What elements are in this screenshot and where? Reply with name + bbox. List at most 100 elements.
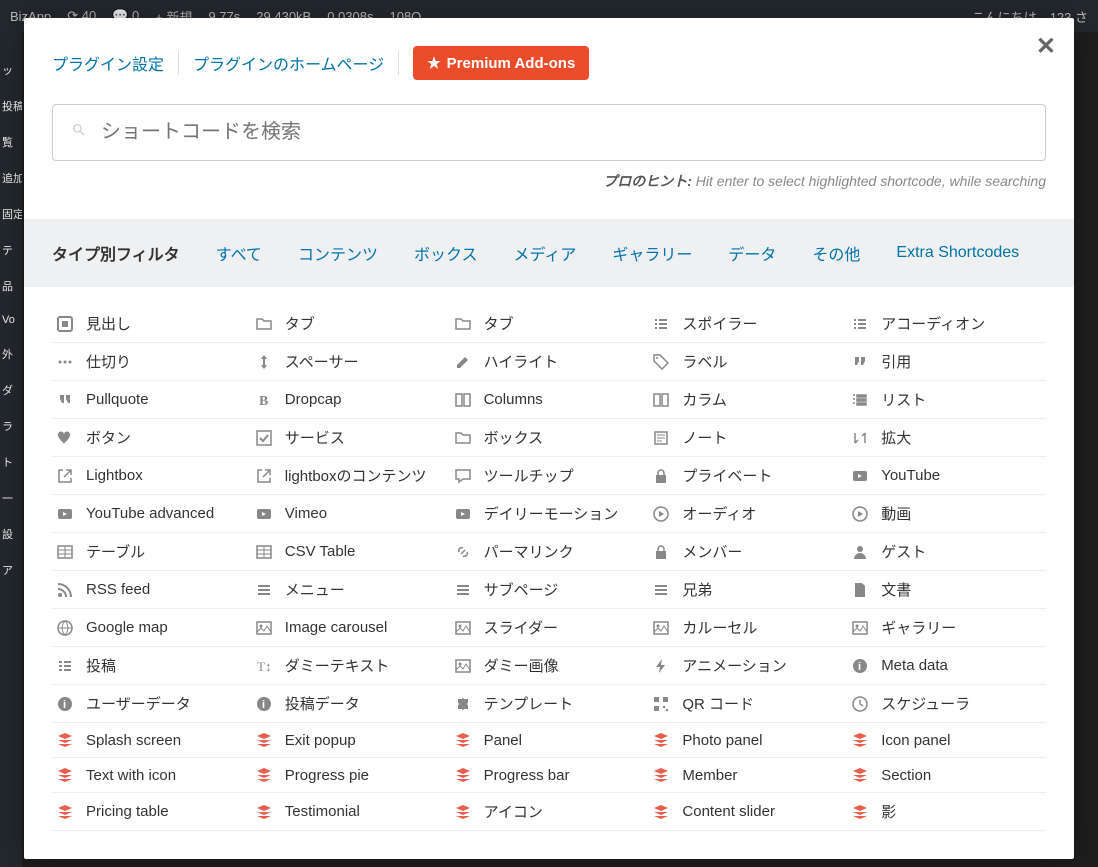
shortcode-item[interactable]: 投稿データ [251,685,450,723]
shortcode-item[interactable]: 投稿 [52,647,251,685]
stack-icon [851,766,869,784]
shortcode-item[interactable]: 動画 [847,495,1046,533]
shortcode-label: ゲスト [881,541,926,562]
shortcode-item[interactable]: パーマリンク [450,533,649,571]
shortcode-item[interactable]: CSV Table [251,533,450,571]
shortcode-item[interactable]: ボックス [450,419,649,457]
shortcode-item[interactable]: Testimonial [251,793,450,831]
shortcode-item[interactable]: 兄弟 [648,571,847,609]
shortcode-item[interactable]: カラム [648,381,847,419]
shortcode-label: Vimeo [285,505,327,522]
shortcode-item[interactable]: デイリーモーション [450,495,649,533]
info-icon [56,695,74,713]
shortcode-item[interactable]: Dropcap [251,381,450,419]
close-icon[interactable]: ✕ [1036,32,1056,61]
globe-icon [56,619,74,637]
shortcode-item[interactable]: テーブル [52,533,251,571]
plugin-homepage-link[interactable]: プラグインのホームページ [179,51,399,75]
shortcode-item[interactable]: Meta data [847,647,1046,685]
shortcode-item[interactable]: リスト [847,381,1046,419]
play-icon [652,505,670,523]
shortcode-item[interactable]: タブ [251,305,450,343]
shortcode-item[interactable]: Progress pie [251,758,450,793]
shortcode-item[interactable]: Columns [450,381,649,419]
shortcode-item[interactable]: スペーサー [251,343,450,381]
stack-icon [851,731,869,749]
shortcode-item[interactable]: ユーザーデータ [52,685,251,723]
shortcode-item[interactable]: タブ [450,305,649,343]
shortcode-item[interactable]: Section [847,758,1046,793]
shortcode-item[interactable]: メンバー [648,533,847,571]
puzzle-icon [454,695,472,713]
shortcode-item[interactable]: オーディオ [648,495,847,533]
shortcode-label: サービス [285,427,345,448]
filter-label: タイプ別フィルタ [52,241,180,265]
shortcode-item[interactable]: ノート [648,419,847,457]
shortcode-item[interactable]: Pullquote [52,381,251,419]
filter-other[interactable]: その他 [812,241,860,265]
filter-content[interactable]: コンテンツ [298,241,378,265]
shortcode-item[interactable]: Vimeo [251,495,450,533]
shortcode-item[interactable]: テンプレート [450,685,649,723]
search-box[interactable] [52,104,1046,161]
shortcode-item[interactable]: 見出し [52,305,251,343]
premium-addons-button[interactable]: Premium Add-ons [413,46,589,80]
shortcode-item[interactable]: RSS feed [52,571,251,609]
filter-data[interactable]: データ [728,241,776,265]
shortcode-item[interactable]: YouTube advanced [52,495,251,533]
shortcode-item[interactable]: ツールチップ [450,457,649,495]
shortcode-item[interactable]: ラベル [648,343,847,381]
shortcode-item[interactable]: Lightbox [52,457,251,495]
shortcode-item[interactable]: Photo panel [648,723,847,758]
user-icon [851,543,869,561]
filter-media[interactable]: メディア [513,241,576,265]
shortcode-item[interactable]: ギャラリー [847,609,1046,647]
shortcode-item[interactable]: カルーセル [648,609,847,647]
shortcode-item[interactable]: ダミー画像 [450,647,649,685]
shortcode-label: 影 [881,801,896,822]
shortcode-item[interactable]: ボタン [52,419,251,457]
shortcode-item[interactable]: 拡大 [847,419,1046,457]
search-input[interactable] [101,121,1027,144]
shortcode-item[interactable]: QR コード [648,685,847,723]
shortcode-item[interactable]: ダミーテキスト [251,647,450,685]
shortcode-item[interactable]: スケジューラ [847,685,1046,723]
shortcode-item[interactable]: アニメーション [648,647,847,685]
shortcode-item[interactable]: Image carousel [251,609,450,647]
shortcode-item[interactable]: Content slider [648,793,847,831]
shortcode-item[interactable]: Pricing table [52,793,251,831]
shortcode-item[interactable]: Exit popup [251,723,450,758]
shortcode-item[interactable]: ハイライト [450,343,649,381]
folder-icon [454,429,472,447]
shortcode-item[interactable]: Icon panel [847,723,1046,758]
shortcode-item[interactable]: 影 [847,793,1046,831]
shortcode-item[interactable]: 引用 [847,343,1046,381]
shortcode-item[interactable]: プライベート [648,457,847,495]
plugin-settings-link[interactable]: プラグイン設定 [52,51,179,75]
shortcode-item[interactable]: アコーディオン [847,305,1046,343]
shortcode-item[interactable]: メニュー [251,571,450,609]
shortcode-item[interactable]: ゲスト [847,533,1046,571]
shortcode-item[interactable]: Text with icon [52,758,251,793]
filter-all[interactable]: すべて [216,241,262,265]
shortcode-item[interactable]: Progress bar [450,758,649,793]
shortcode-item[interactable]: スポイラー [648,305,847,343]
shortcode-item[interactable]: 文書 [847,571,1046,609]
shortcode-item[interactable]: 仕切り [52,343,251,381]
shortcode-item[interactable]: サービス [251,419,450,457]
shortcode-item[interactable]: YouTube [847,457,1046,495]
shortcode-item[interactable]: lightboxのコンテンツ [251,457,450,495]
check-sq-icon [255,429,273,447]
filter-gallery[interactable]: ギャラリー [612,241,692,265]
shortcode-item[interactable]: Splash screen [52,723,251,758]
filter-extra[interactable]: Extra Shortcodes [896,244,1019,262]
filter-box[interactable]: ボックス [414,241,478,265]
shortcode-item[interactable]: アイコン [450,793,649,831]
shortcode-item[interactable]: サブページ [450,571,649,609]
shortcode-item[interactable]: スライダー [450,609,649,647]
shortcode-item[interactable]: Panel [450,723,649,758]
stack-icon [255,766,273,784]
shortcode-item[interactable]: Google map [52,609,251,647]
shortcode-item[interactable]: Member [648,758,847,793]
shortcode-label: メニュー [285,579,345,600]
